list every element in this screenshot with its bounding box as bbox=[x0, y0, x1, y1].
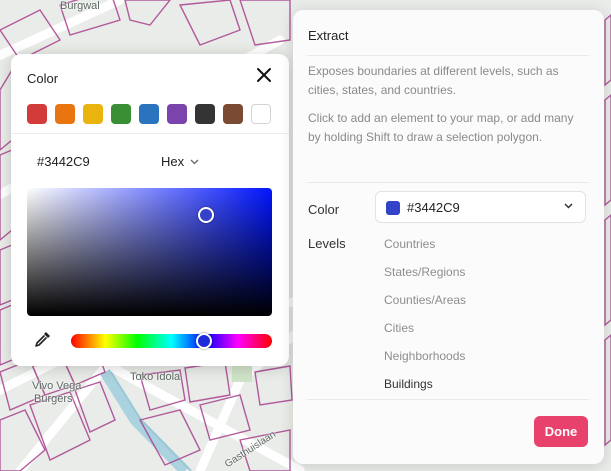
saturation-value-area[interactable] bbox=[27, 188, 272, 316]
swatch-red[interactable] bbox=[27, 104, 47, 124]
color-row-label: Color bbox=[308, 202, 340, 217]
map-label-poi-2: Burgers bbox=[34, 393, 73, 405]
hue-slider-handle[interactable] bbox=[195, 333, 212, 349]
color-chip bbox=[386, 201, 400, 215]
picker-title: Color bbox=[27, 71, 59, 86]
map-label-shop: Toko Idola bbox=[130, 371, 181, 383]
swatch-blue[interactable] bbox=[139, 104, 159, 124]
format-select-label: Hex bbox=[161, 154, 185, 169]
done-button[interactable]: Done bbox=[534, 416, 588, 447]
level-buildings[interactable]: Buildings bbox=[384, 377, 433, 391]
level-countries[interactable]: Countries bbox=[384, 237, 435, 251]
swatch-orange[interactable] bbox=[55, 104, 75, 124]
close-icon[interactable] bbox=[255, 66, 273, 84]
extract-panel: Extract Exposes boundaries at different … bbox=[293, 10, 604, 464]
color-select[interactable]: #3442C9 bbox=[375, 191, 586, 223]
saturation-handle[interactable] bbox=[197, 206, 214, 223]
format-select[interactable]: Hex bbox=[161, 154, 199, 169]
hue-slider[interactable] bbox=[71, 333, 272, 349]
level-counties-areas[interactable]: Counties/Areas bbox=[384, 293, 466, 307]
divider bbox=[307, 182, 589, 183]
hex-value-input[interactable]: #3442C9 bbox=[37, 154, 90, 169]
level-states-regions[interactable]: States/Regions bbox=[384, 265, 465, 279]
swatch-white[interactable] bbox=[251, 104, 271, 124]
divider bbox=[11, 133, 289, 134]
panel-title: Extract bbox=[308, 28, 349, 43]
map-label-street: Burgwal bbox=[60, 0, 100, 12]
level-cities[interactable]: Cities bbox=[384, 321, 414, 335]
chevron-down-icon bbox=[564, 203, 573, 209]
swatch-yellow[interactable] bbox=[83, 104, 103, 124]
divider bbox=[307, 399, 589, 400]
swatch-green[interactable] bbox=[111, 104, 131, 124]
swatch-brown[interactable] bbox=[223, 104, 243, 124]
color-select-value: #3442C9 bbox=[407, 200, 460, 215]
levels-row-label: Levels bbox=[308, 236, 346, 251]
panel-description: Exposes boundaries at different levels, … bbox=[308, 64, 559, 97]
swatch-row bbox=[27, 104, 271, 124]
color-picker-popover: Color #3442C9 Hex bbox=[11, 54, 289, 366]
eyedropper-icon[interactable] bbox=[34, 330, 52, 348]
swatch-dark-gray[interactable] bbox=[195, 104, 215, 124]
swatch-purple[interactable] bbox=[167, 104, 187, 124]
chevron-down-icon bbox=[190, 159, 199, 165]
map-label-poi: Vivo Vega bbox=[32, 380, 82, 392]
level-neighborhoods[interactable]: Neighborhoods bbox=[384, 349, 465, 363]
panel-instructions: Click to add an element to your map, or … bbox=[308, 111, 574, 144]
divider bbox=[307, 55, 589, 56]
